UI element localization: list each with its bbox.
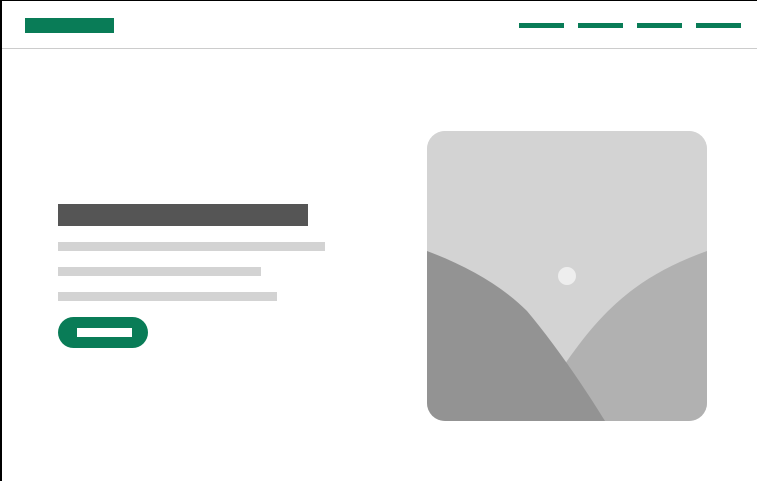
hero-title-placeholder [58, 204, 308, 226]
cta-button[interactable] [58, 317, 148, 348]
page-frame [0, 0, 757, 481]
logo-placeholder-icon[interactable] [25, 18, 114, 33]
image-placeholder-icon [427, 131, 707, 421]
nav-link-3[interactable] [637, 23, 682, 28]
cta-button-label [77, 328, 132, 337]
image-sun [558, 267, 576, 285]
hero-text-line-1 [58, 242, 325, 251]
top-navbar [2, 1, 757, 49]
nav-link-2[interactable] [578, 23, 623, 28]
nav-link-1[interactable] [519, 23, 564, 28]
hero-text-line-2 [58, 267, 261, 276]
hero-text-line-3 [58, 292, 277, 301]
image-placeholder-graphic [427, 131, 707, 421]
nav-link-4[interactable] [696, 23, 741, 28]
